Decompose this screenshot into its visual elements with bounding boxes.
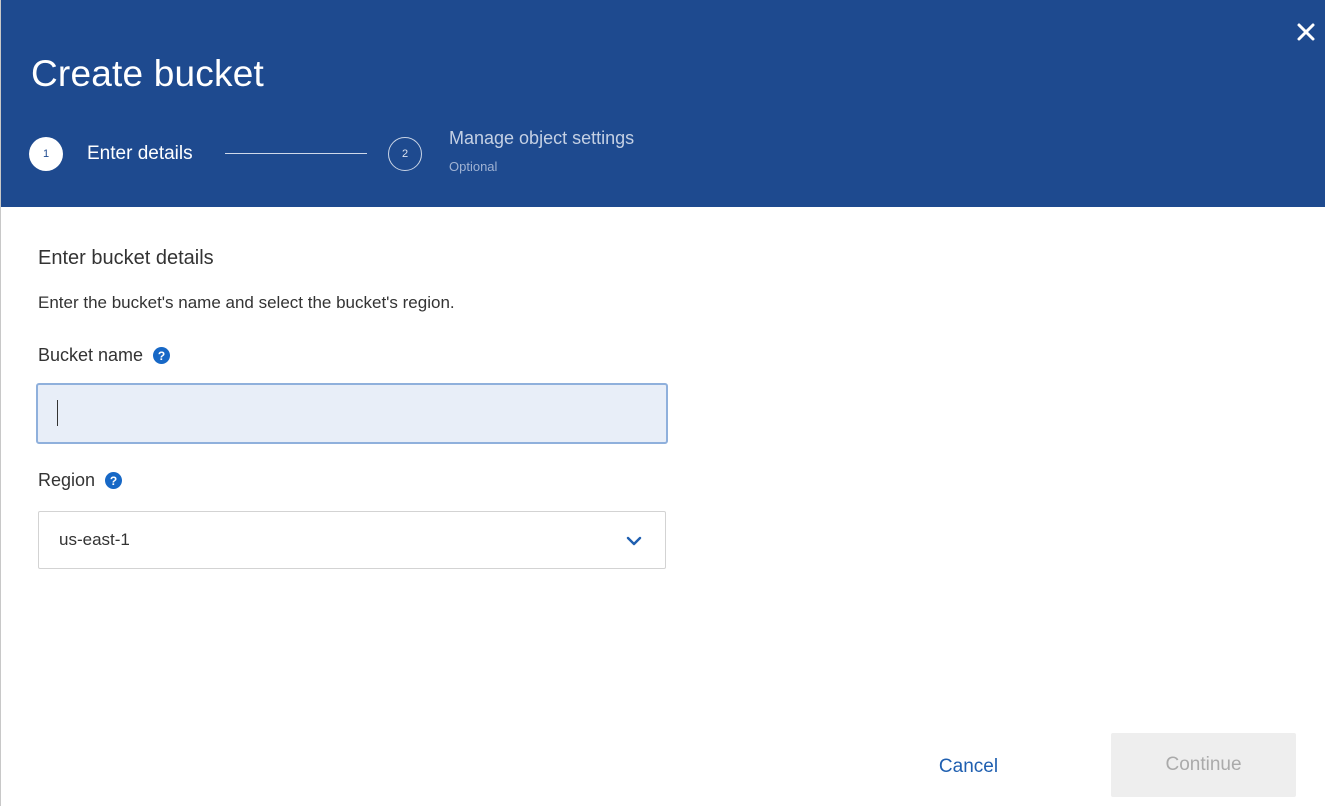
step-2-label: Manage object settings xyxy=(449,128,635,148)
create-bucket-dialog: Create bucket 1 Enter details 2 Manage o… xyxy=(0,0,1325,806)
bucket-name-input[interactable] xyxy=(36,383,668,444)
section-title: Enter bucket details xyxy=(38,247,214,269)
stepper: 1 Enter details 2 Manage object settings… xyxy=(29,128,829,174)
bucket-name-label: Bucket name ? xyxy=(38,345,171,366)
step-2-indicator: 2 xyxy=(388,137,422,171)
step-1-indicator: 1 xyxy=(29,137,63,171)
close-icon xyxy=(1297,23,1315,41)
region-select[interactable]: us-east-1 xyxy=(38,511,666,569)
region-selected-value: us-east-1 xyxy=(59,530,130,549)
continue-button[interactable]: Continue xyxy=(1111,733,1296,797)
dialog-header: Create bucket 1 Enter details 2 Manage o… xyxy=(1,0,1325,207)
step-connector xyxy=(225,153,367,154)
region-label: Region ? xyxy=(38,470,123,491)
step-2-sublabel: Optional xyxy=(449,159,498,174)
step-1-label: Enter details xyxy=(87,143,193,164)
text-cursor xyxy=(57,400,58,426)
cancel-button[interactable]: Cancel xyxy=(921,735,1016,799)
dialog-body: Enter bucket details Enter the bucket's … xyxy=(1,207,1325,806)
bucket-name-label-text: Bucket name xyxy=(38,345,144,365)
section-description: Enter the bucket's name and select the b… xyxy=(38,293,455,312)
help-icon[interactable]: ? xyxy=(105,472,123,489)
chevron-down-icon xyxy=(626,536,642,546)
help-icon[interactable]: ? xyxy=(153,347,171,364)
dialog-title: Create bucket xyxy=(31,53,264,94)
close-button[interactable] xyxy=(1292,18,1320,46)
region-label-text: Region xyxy=(38,470,96,490)
